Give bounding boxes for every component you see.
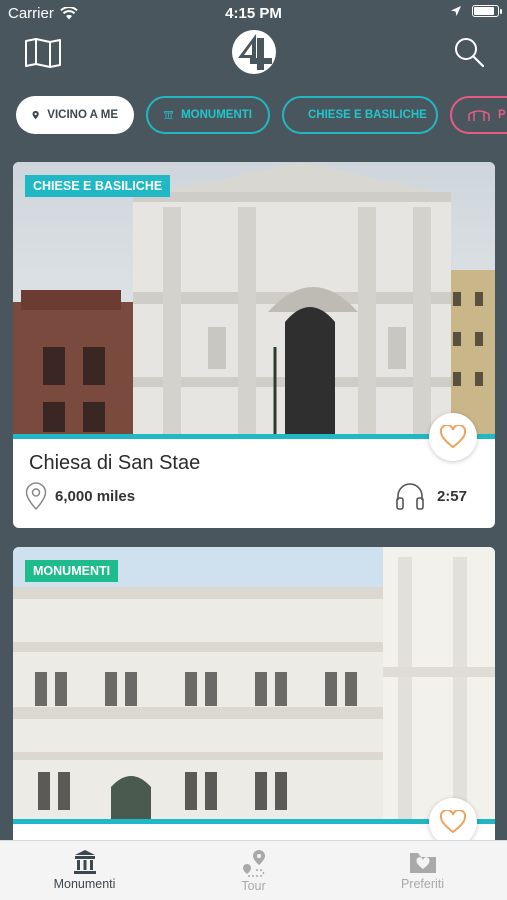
- place-card[interactable]: CHIESE E BASILICHE Chiesa di San Stae 6,…: [13, 162, 495, 528]
- tab-label: Tour: [241, 879, 266, 893]
- tour-route-icon: [242, 850, 265, 877]
- bridge-icon: [468, 110, 490, 121]
- card-accent-stripe: [13, 819, 495, 824]
- tab-label: Preferiti: [400, 877, 445, 891]
- location-pin-icon: [25, 482, 47, 510]
- monument-icon: [164, 111, 173, 119]
- duration-value: 2:57: [436, 487, 467, 505]
- filter-chip-label: MONUMENTI: [181, 109, 252, 121]
- filter-chips: VICINO A ME MONUMENTI CHIESE E BASILICHE…: [16, 96, 507, 136]
- place-title: Chiesa di San Stae: [29, 452, 201, 474]
- favorites-folder-icon: [409, 853, 436, 873]
- headphones-icon: [396, 483, 424, 510]
- tab-preferiti[interactable]: Preferiti: [338, 841, 507, 900]
- tab-tour[interactable]: Tour: [169, 841, 338, 900]
- favorite-button[interactable]: [429, 413, 477, 461]
- bottom-tab-bar: Monumenti Tour Preferiti: [0, 840, 507, 900]
- filter-chip-monuments[interactable]: MONUMENTI: [146, 96, 270, 134]
- category-badge: MONUMENTI: [25, 560, 119, 582]
- app-logo-icon[interactable]: [230, 28, 278, 76]
- battery-icon: [472, 5, 502, 17]
- search-icon[interactable]: [453, 36, 485, 68]
- filter-chip-churches[interactable]: CHIESE E BASILICHE: [282, 96, 438, 134]
- filter-chip-label: VICINO A ME: [47, 109, 118, 121]
- place-photo: CHIESE E BASILICHE: [13, 162, 495, 436]
- filter-chip-near-me[interactable]: VICINO A ME: [16, 96, 134, 134]
- monument-icon: [73, 850, 96, 874]
- distance-value: 6,000 miles: [55, 487, 136, 505]
- place-distance: 6,000 miles: [25, 482, 135, 510]
- filter-chip-label: P: [498, 109, 506, 121]
- location-pin-icon: [32, 110, 39, 120]
- status-time: 4:15 PM: [225, 5, 282, 22]
- location-arrow-icon: [451, 6, 461, 16]
- favorite-button[interactable]: [429, 798, 477, 846]
- place-card[interactable]: MONUMENTI: [13, 547, 495, 867]
- audio-duration: 2:57: [395, 482, 467, 510]
- heart-icon: [440, 425, 466, 449]
- filter-chip-bridges[interactable]: P: [450, 96, 507, 134]
- place-photo: MONUMENTI: [13, 547, 495, 821]
- app-header: [0, 28, 507, 88]
- tab-label: Monumenti: [53, 877, 116, 891]
- map-icon[interactable]: [24, 38, 62, 68]
- status-bar: Carrier 4:15 PM: [0, 0, 507, 28]
- battery-level: [474, 7, 494, 15]
- filter-chip-label: CHIESE E BASILICHE: [308, 109, 427, 121]
- category-badge: CHIESE E BASILICHE: [25, 175, 171, 197]
- card-accent-stripe: [13, 434, 495, 439]
- tab-monumenti[interactable]: Monumenti: [0, 841, 169, 900]
- heart-icon: [440, 810, 466, 834]
